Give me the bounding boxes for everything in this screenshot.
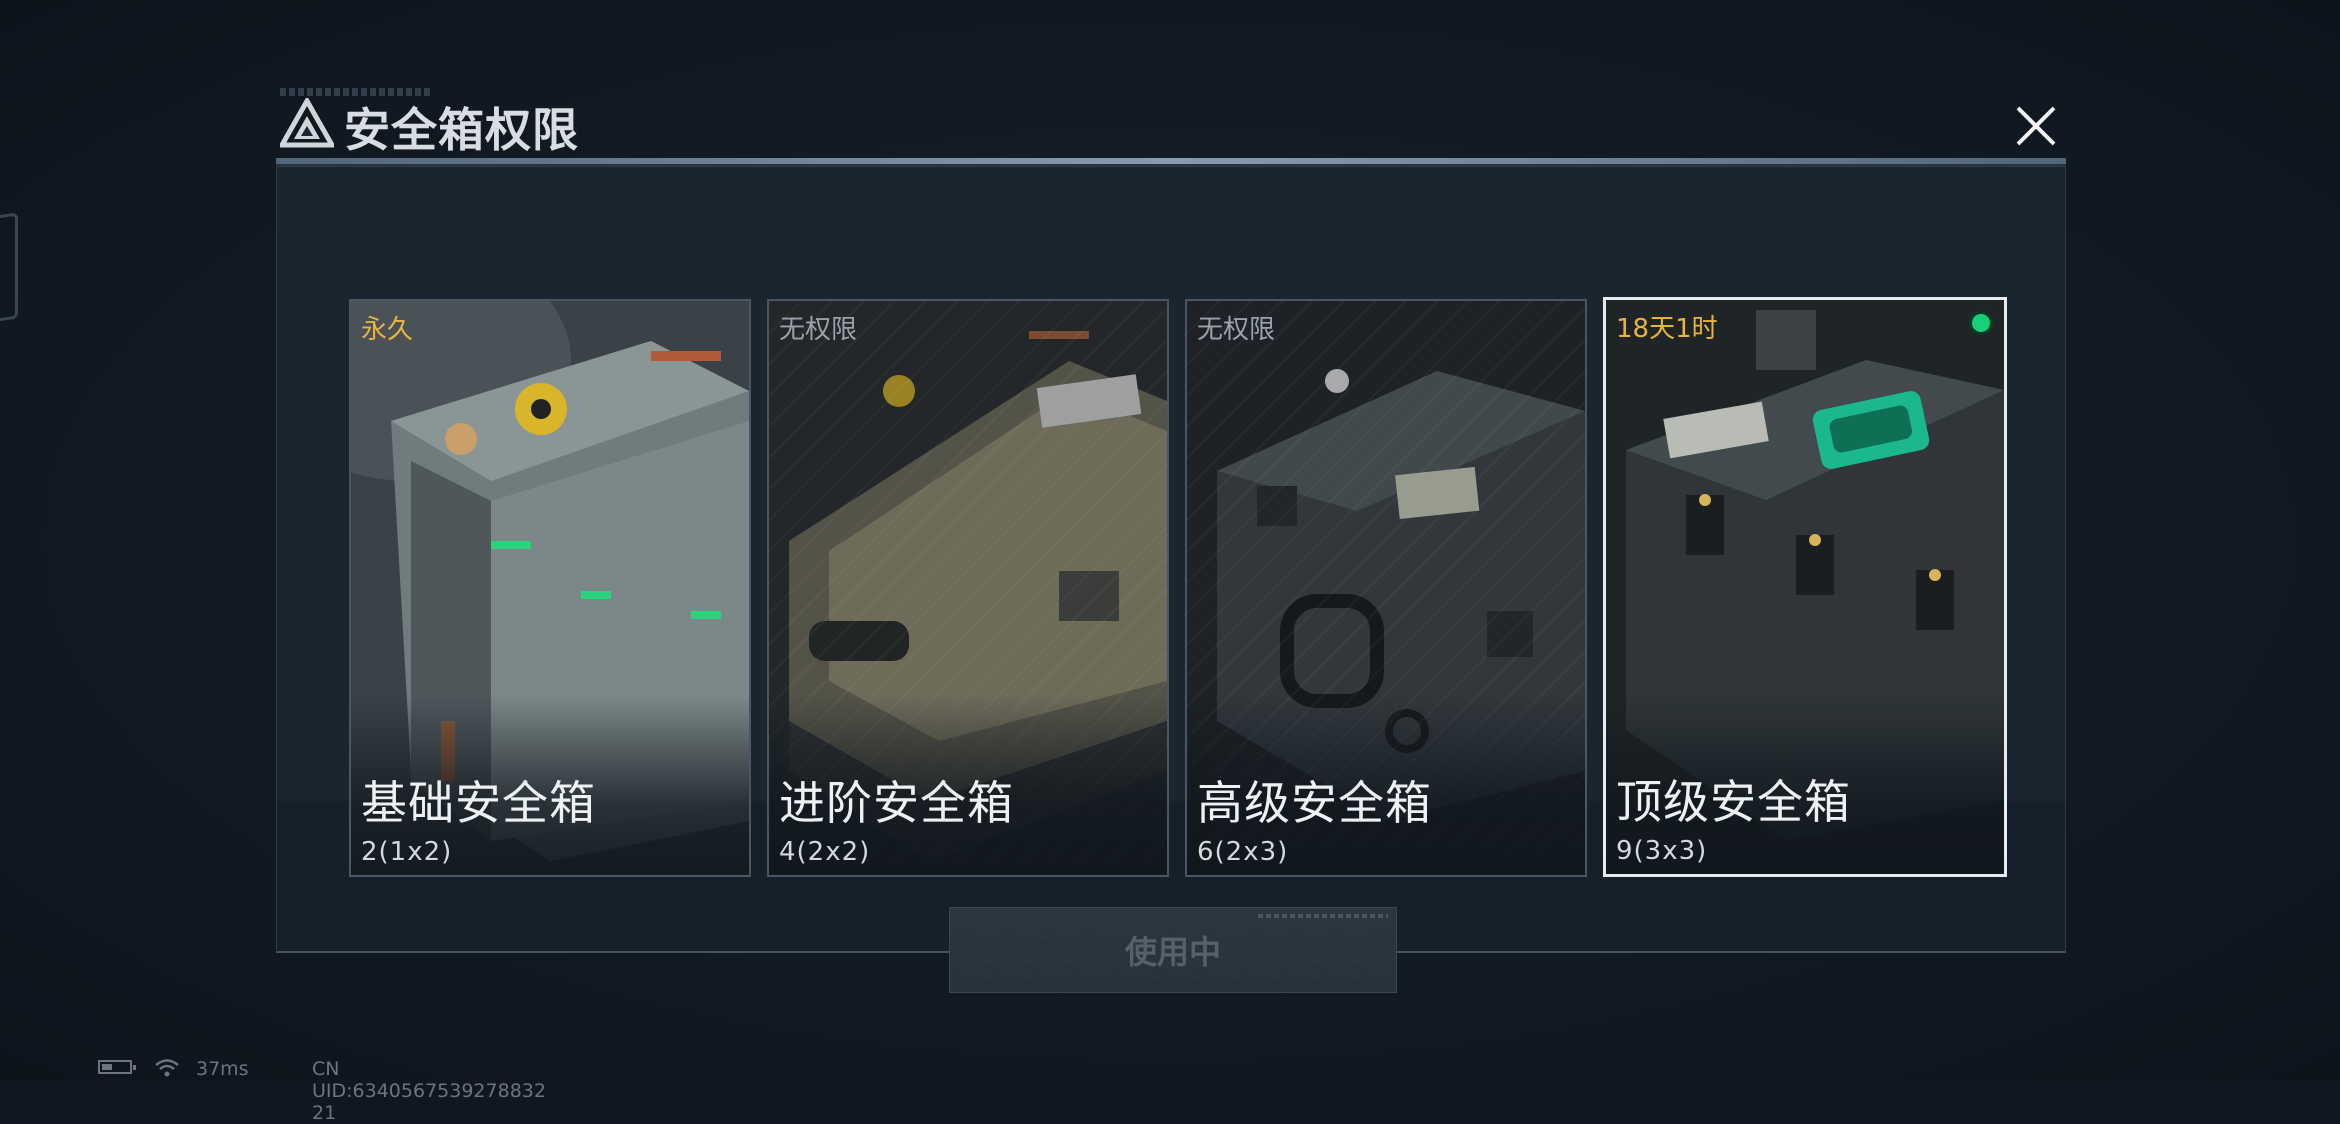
title-divider: [276, 158, 2066, 166]
card-status: 18天1时: [1616, 314, 1718, 344]
ping-readout: 37ms: [196, 1058, 249, 1080]
card-capacity: 2(1x2): [361, 837, 453, 867]
card-capacity: 9(3x3): [1616, 836, 1708, 866]
card-name: 顶级安全箱: [1616, 775, 1851, 829]
close-icon[interactable]: [2008, 98, 2064, 154]
game-screen: 安全箱权限 永久 基础安全箱 2(1x2) 无权限 进阶安全箱 4(2x2) 无…: [0, 0, 2340, 1124]
card-name: 基础安全箱: [361, 776, 596, 830]
user-uid: CN UID:6340567539278832​21: [312, 1058, 546, 1124]
card-name: 进阶安全箱: [779, 776, 1014, 830]
green-dot-icon: [1972, 314, 1990, 332]
battery-icon: [98, 1060, 136, 1074]
safe-box-card-advanced[interactable]: 无权限 进阶安全箱 4(2x2): [767, 299, 1169, 877]
dialog-panel: 永久 基础安全箱 2(1x2) 无权限 进阶安全箱 4(2x2) 无权限 高级安…: [276, 166, 2066, 993]
in-use-button[interactable]: 使用中: [949, 907, 1397, 993]
safe-box-permission-dialog: 安全箱权限 永久 基础安全箱 2(1x2) 无权限 进阶安全箱 4(2x2) 无…: [276, 88, 2066, 993]
safe-box-card-basic[interactable]: 永久 基础安全箱 2(1x2): [349, 299, 751, 877]
side-tab-edge[interactable]: [0, 212, 18, 324]
button-decoration: [1258, 914, 1388, 918]
dialog-title: 安全箱权限: [344, 103, 579, 157]
dialog-title-bar: 安全箱权限: [276, 88, 2066, 158]
safe-box-card-senior[interactable]: 无权限 高级安全箱 6(2x3): [1185, 299, 1587, 877]
card-capacity: 6(2x3): [1197, 837, 1289, 867]
in-use-button-label: 使用中: [1124, 933, 1221, 971]
card-capacity: 4(2x2): [779, 837, 871, 867]
card-status: 无权限: [779, 315, 858, 345]
wifi-icon: [155, 1059, 179, 1077]
game-logo-icon: [280, 98, 334, 148]
card-name: 高级安全箱: [1197, 776, 1432, 830]
safe-box-card-top[interactable]: 18天1时 顶级安全箱 9(3x3): [1603, 297, 2007, 877]
card-status: 无权限: [1197, 315, 1276, 345]
card-status: 永久: [361, 315, 414, 345]
